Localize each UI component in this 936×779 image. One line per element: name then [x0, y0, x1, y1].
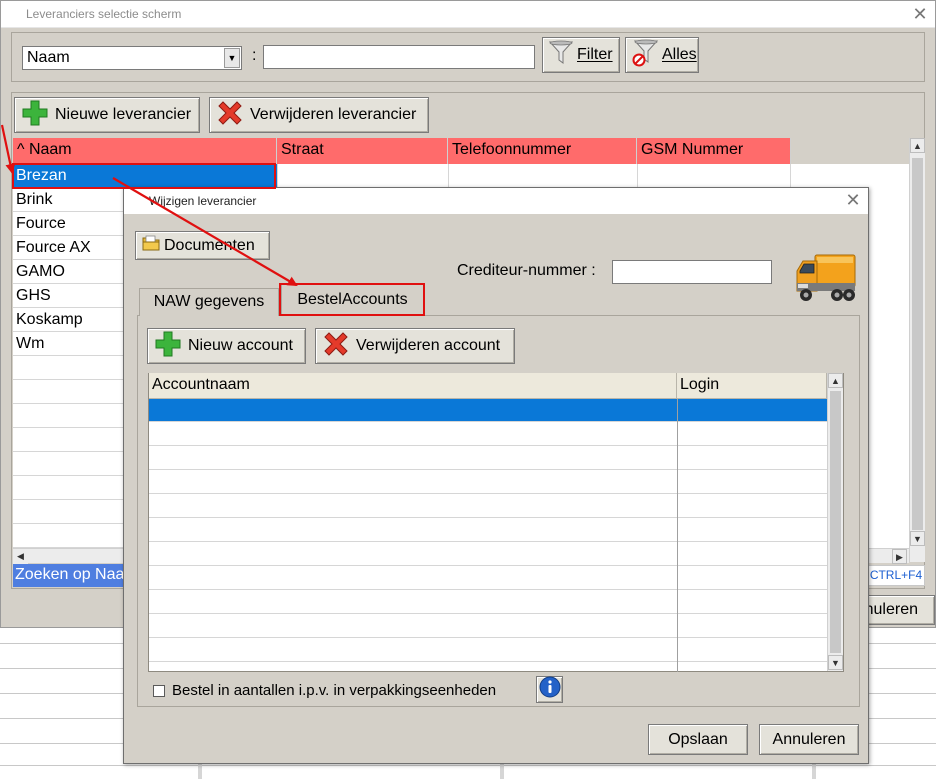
annotation-arrow — [0, 124, 16, 174]
annotation-arrow — [112, 177, 298, 287]
annotation-arrows — [0, 124, 298, 287]
